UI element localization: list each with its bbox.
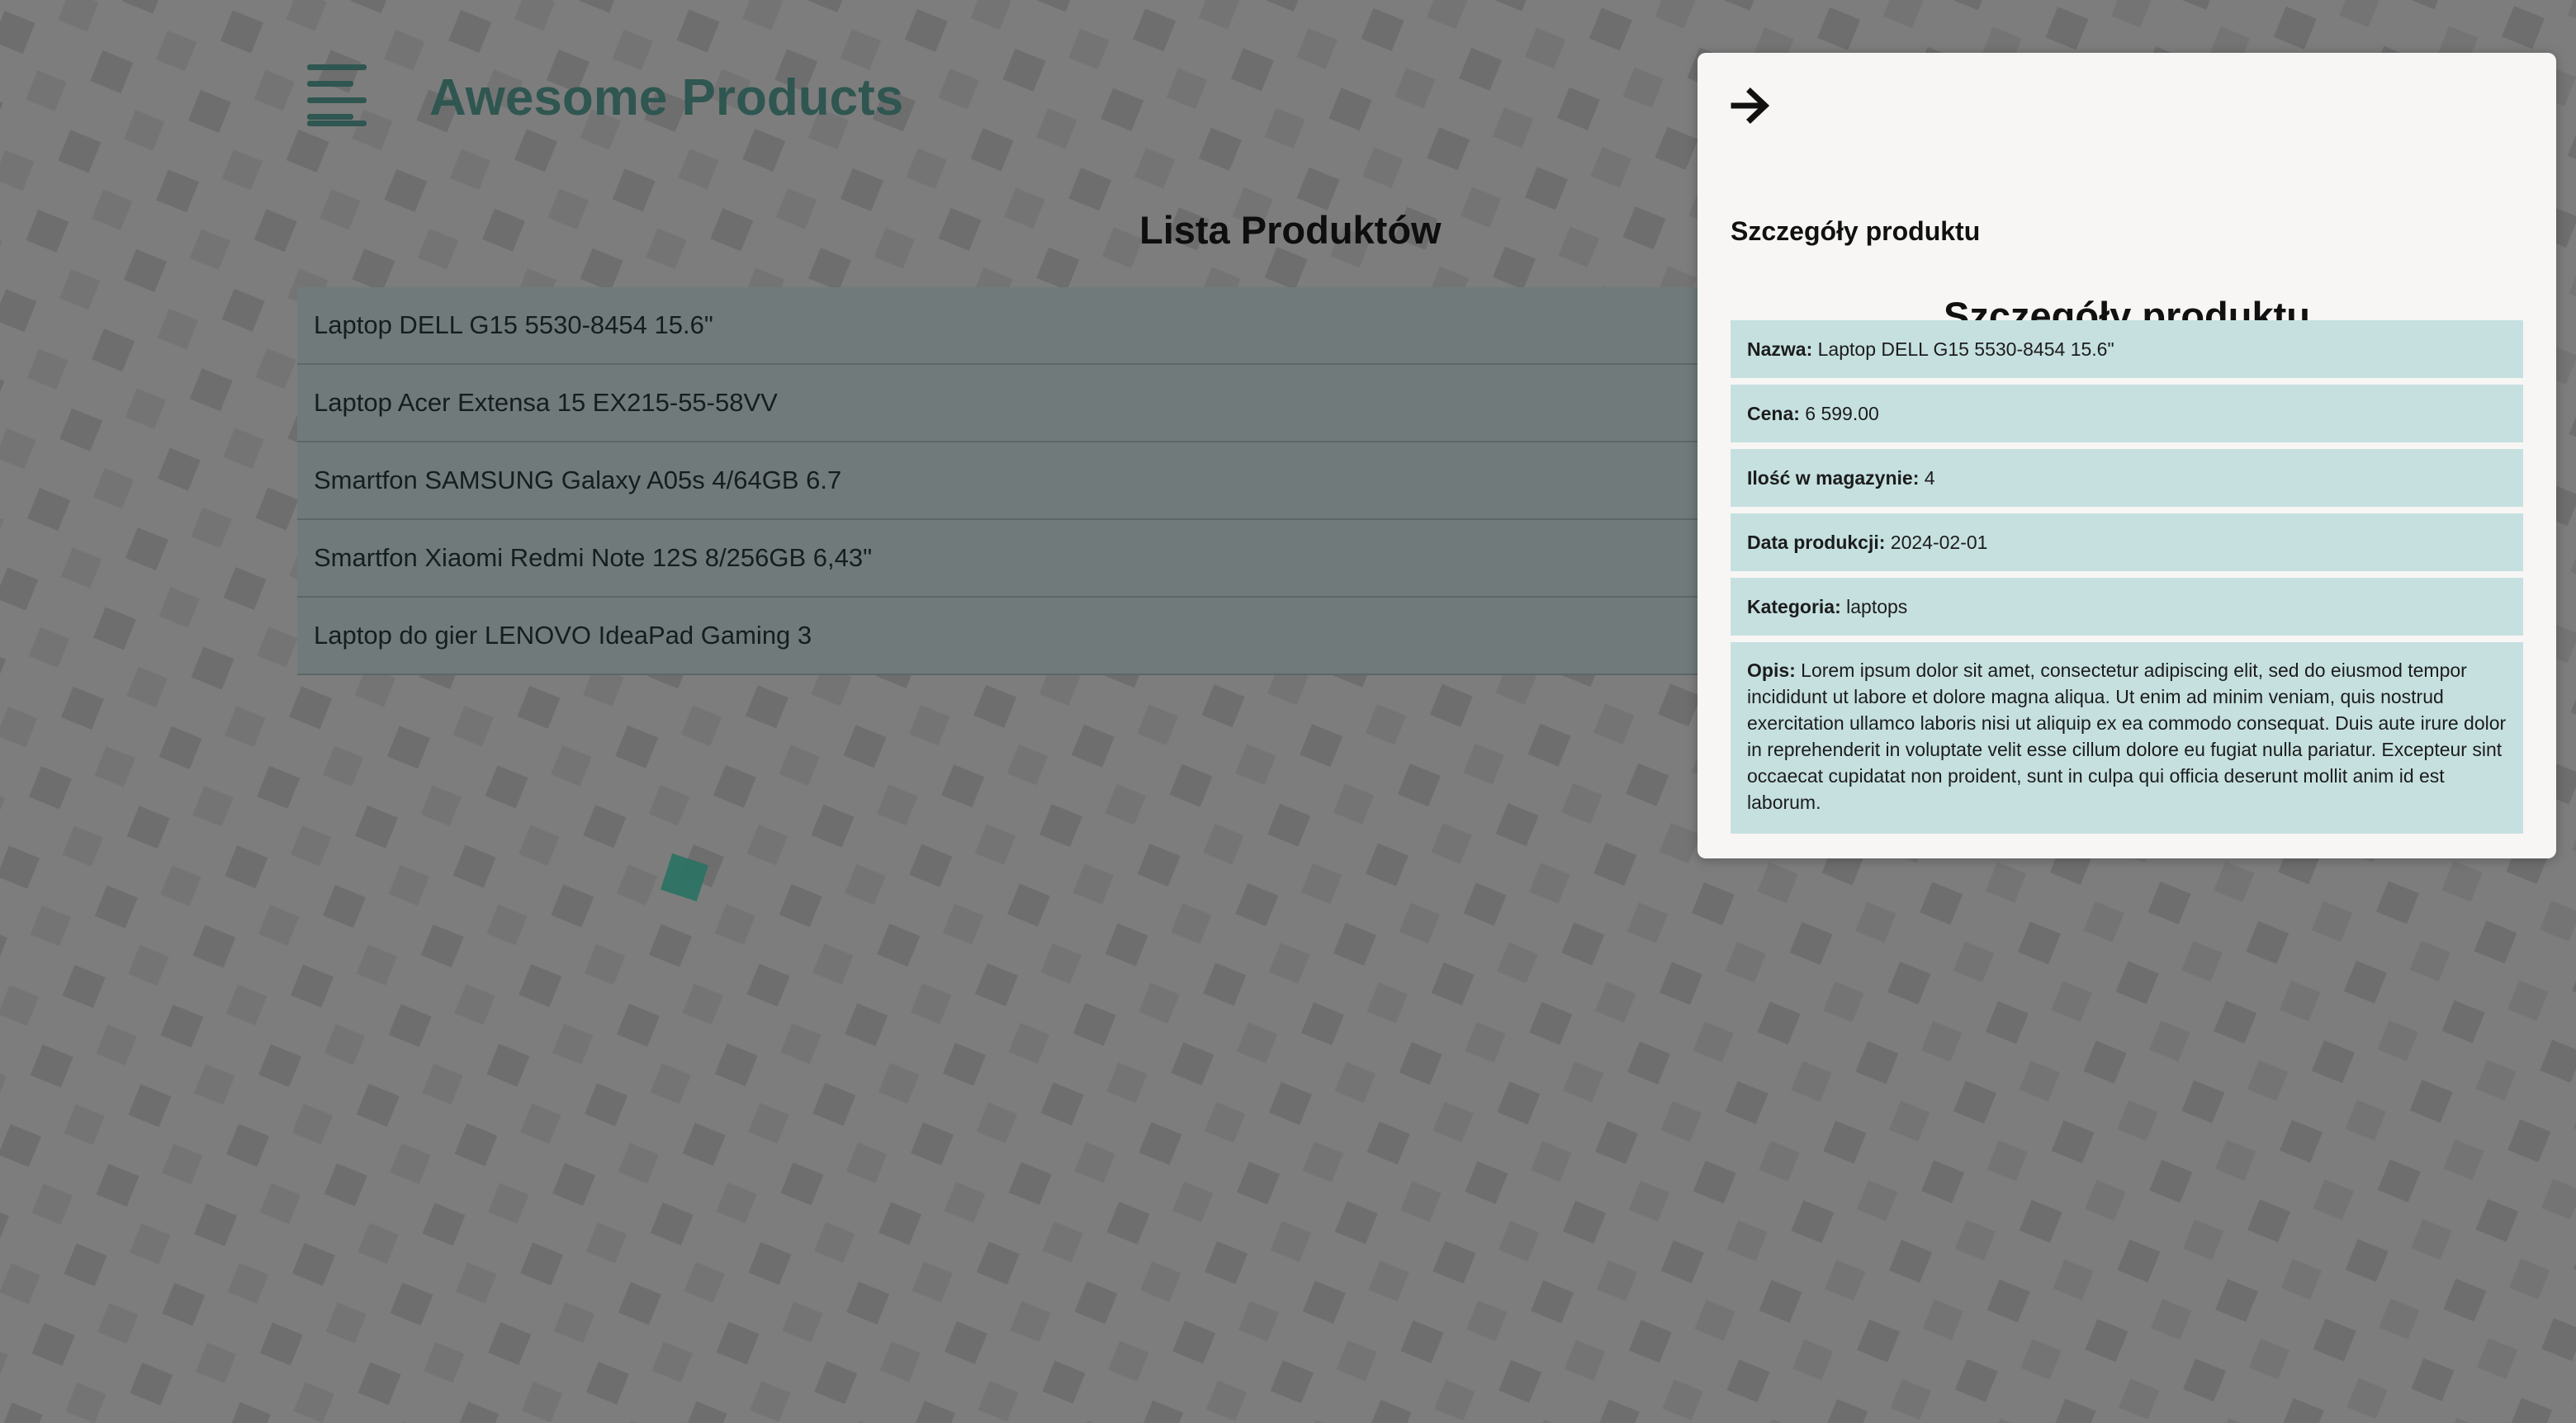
detail-label: Data produkcji: [1747,532,1886,553]
detail-value: Lorem ipsum dolor sit amet, consectetur … [1747,659,2507,813]
app-title: Awesome Products [429,69,904,126]
arrow-right-icon[interactable] [1729,83,1775,129]
product-list: Laptop DELL G15 5530-8454 15.6" Laptop A… [297,287,1701,675]
detail-value: 2024-02-01 [1885,532,1988,553]
detail-label: Kategoria: [1747,596,1841,617]
detail-label: Ilość w magazynie: [1747,467,1920,489]
product-list-item[interactable]: Smartfon SAMSUNG Galaxy A05s 4/64GB 6.7 [297,442,1701,520]
product-list-heading: Lista Produktów [1139,208,1442,252]
detail-row-name: Nazwa: Laptop DELL G15 5530-8454 15.6" [1731,320,2523,378]
detail-value: Laptop DELL G15 5530-8454 15.6" [1812,338,2114,360]
detail-row-production-date: Data produkcji: 2024-02-01 [1731,513,2523,571]
detail-label: Nazwa: [1747,338,1813,360]
detail-value: laptops [1840,596,1908,617]
detail-label: Opis: [1747,659,1796,681]
detail-row-category: Kategoria: laptops [1731,578,2523,636]
product-list-item[interactable]: Laptop Acer Extensa 15 EX215-55-58VV [297,365,1701,442]
detail-row-description: Opis: Lorem ipsum dolor sit amet, consec… [1731,642,2523,834]
detail-value: 4 [1919,467,1935,489]
detail-row-price: Cena: 6 599.00 [1731,385,2523,442]
detail-label: Cena: [1747,403,1800,424]
product-list-item[interactable]: Smartfon Xiaomi Redmi Note 12S 8/256GB 6… [297,520,1701,598]
detail-value: 6 599.00 [1799,403,1879,424]
hamburger-menu-icon[interactable] [305,63,368,126]
product-list-item[interactable]: Laptop DELL G15 5530-8454 15.6" [297,287,1701,365]
panel-title: Szczegóły produktu [1731,216,1981,246]
product-list-item[interactable]: Laptop do gier LENOVO IdeaPad Gaming 3 [297,598,1701,675]
product-details-panel: Szczegóły produktu Szczegóły produktu Na… [1698,53,2556,858]
detail-row-stock: Ilość w magazynie: 4 [1731,449,2523,507]
